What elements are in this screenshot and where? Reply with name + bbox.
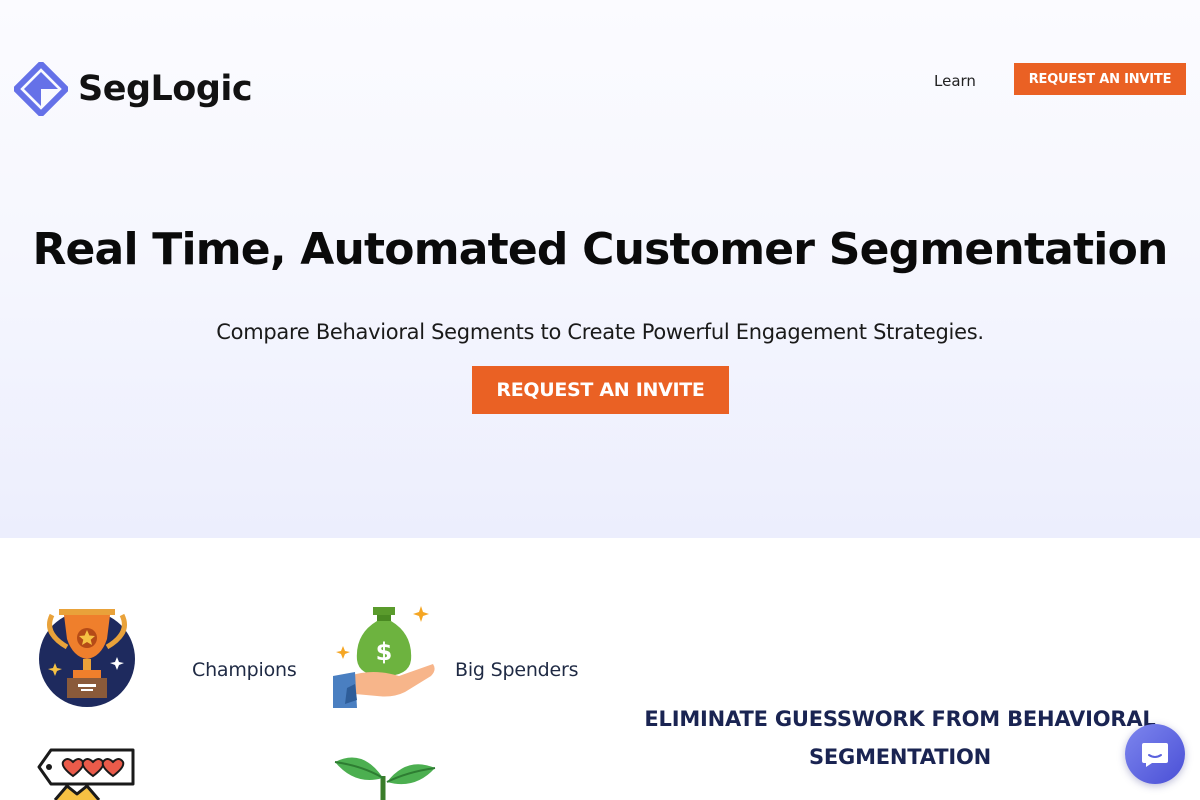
- nav-request-invite-button[interactable]: REQUEST AN INVITE: [1014, 63, 1186, 95]
- seglogic-logo-icon: [14, 62, 68, 116]
- trophy-icon: [39, 609, 135, 707]
- sprout-icon: [334, 757, 436, 800]
- nav-learn-link[interactable]: Learn: [934, 72, 976, 90]
- segment-big-spenders-label: Big Spenders: [455, 659, 579, 681]
- hero-subtitle: Compare Behavioral Segments to Create Po…: [216, 320, 984, 344]
- money-bag-hand-icon: $: [333, 606, 435, 708]
- brand-logo[interactable]: SegLogic: [14, 62, 253, 116]
- segment-champions-label: Champions: [192, 659, 297, 681]
- hearts-ticket-icon: [37, 748, 135, 800]
- svg-text:$: $: [376, 638, 393, 666]
- feature-heading: ELIMINATE GUESSWORK FROM BEHAVIORAL SEGM…: [644, 707, 1156, 769]
- hero-section: SegLogic Learn REQUEST AN INVITE Real Ti…: [0, 0, 1200, 538]
- brand-name: SegLogic: [78, 68, 253, 109]
- chat-launcher-button[interactable]: [1125, 724, 1185, 784]
- chat-bubble-icon: [1142, 743, 1168, 767]
- hero-title: Real Time, Automated Customer Segmentati…: [32, 224, 1168, 275]
- hero-request-invite-button[interactable]: REQUEST AN INVITE: [472, 366, 729, 414]
